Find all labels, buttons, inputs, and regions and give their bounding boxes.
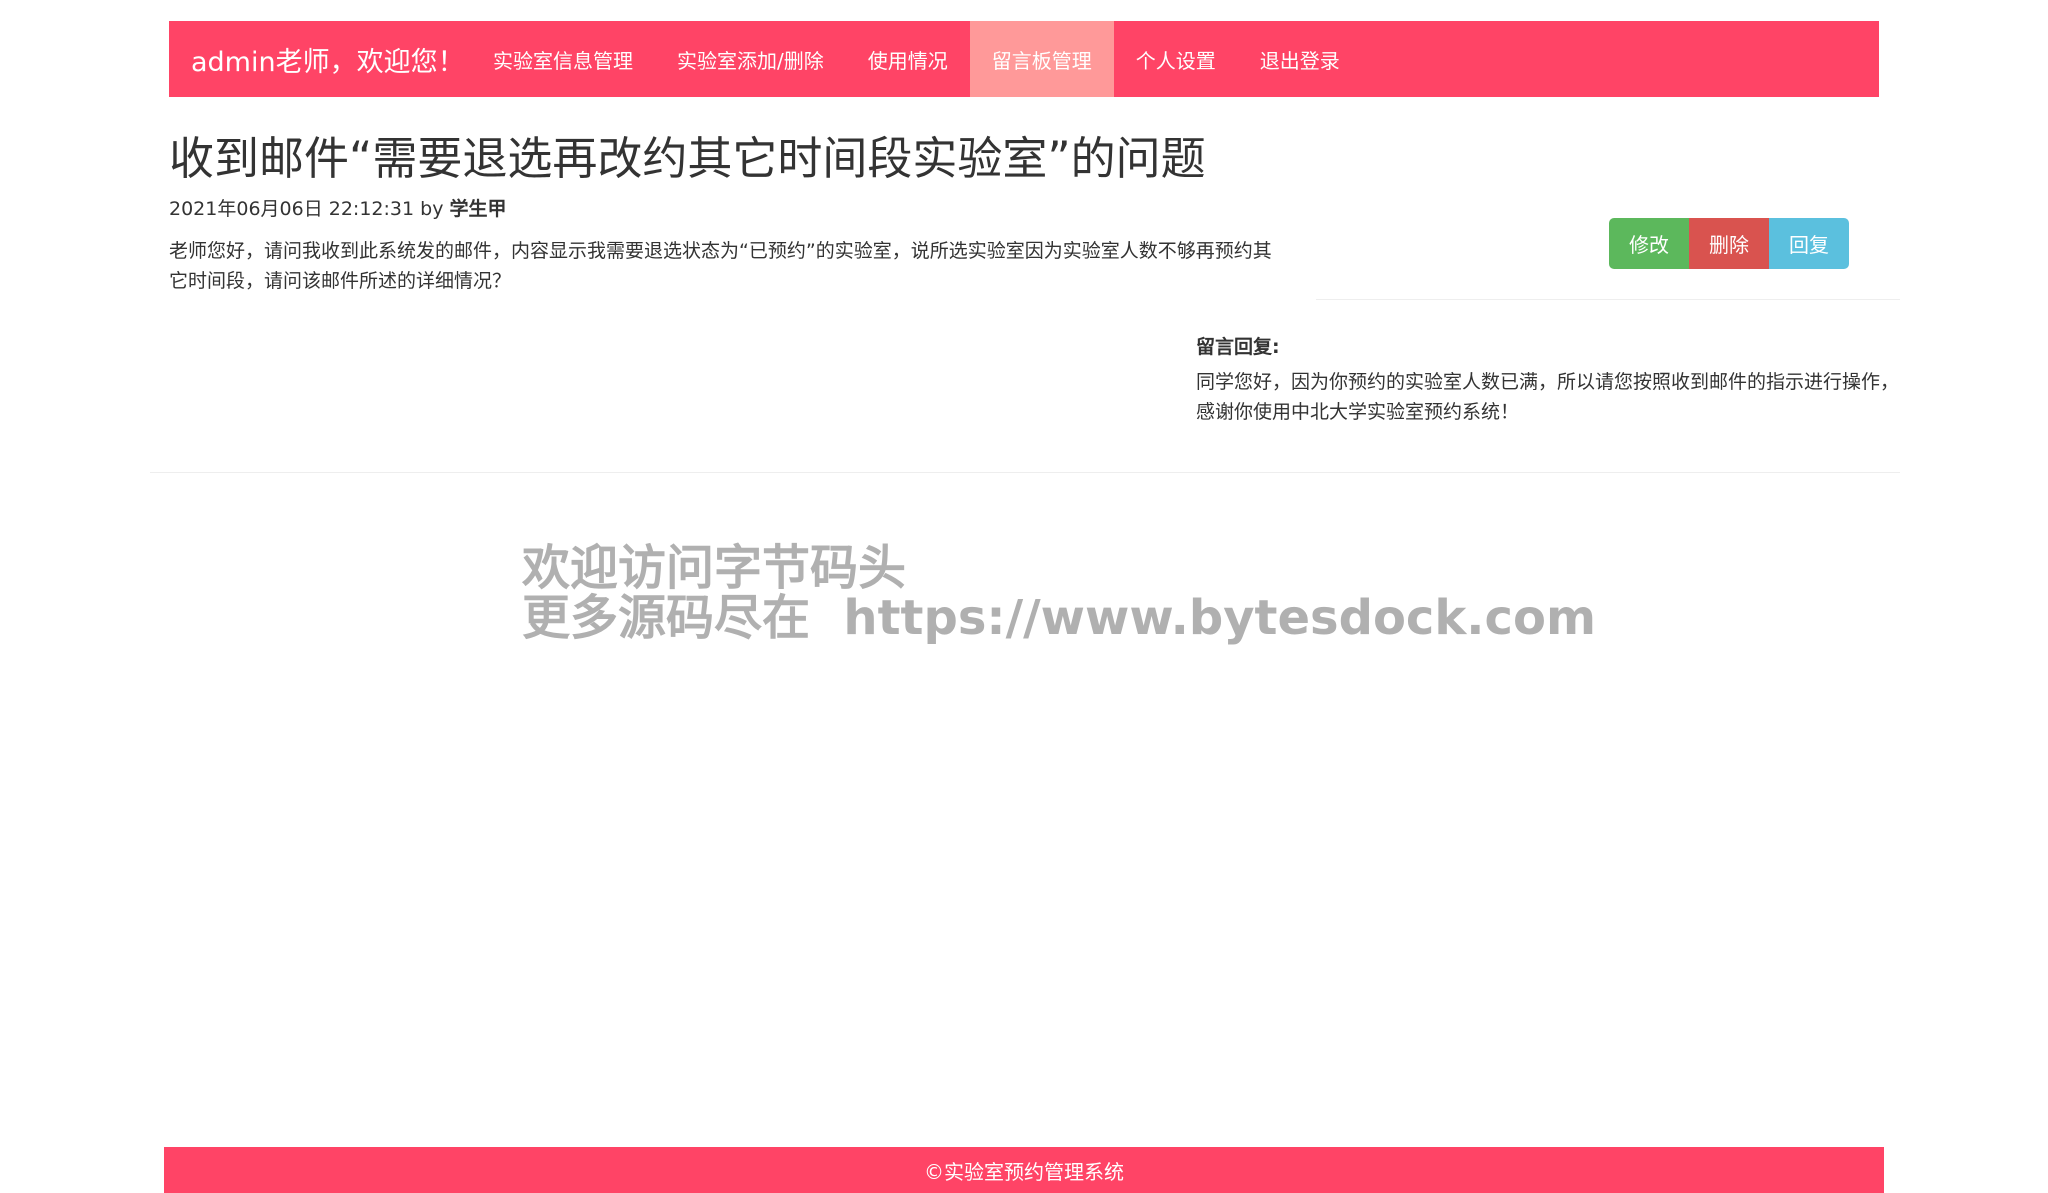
message-actions: 修改 删除 回复 — [1609, 218, 1849, 269]
footer: ©实验室预约管理系统 — [164, 1147, 1884, 1193]
message-by: by — [420, 198, 444, 220]
reply-label: 留言回复: — [1196, 336, 1280, 358]
nav-item-logout[interactable]: 退出登录 — [1238, 21, 1362, 97]
footer-text: ©实验室预约管理系统 — [924, 1159, 1124, 1184]
message-datetime: 2021年06月06日 22:12:31 — [169, 198, 415, 220]
message-title: 收到邮件“需要退选再改约其它时间段实验室”的问题 — [169, 132, 1206, 185]
nav-item-lab-add-delete[interactable]: 实验室添加/删除 — [655, 21, 846, 97]
message-meta: 2021年06月06日 22:12:31 by 学生甲 — [169, 194, 507, 221]
reply-body: 同学您好，因为你预约的实验室人数已满，所以请您按照收到邮件的指示进行操作，感谢你… — [1196, 371, 1900, 423]
nav-item-usage[interactable]: 使用情况 — [846, 21, 970, 97]
watermark-line-1: 欢迎访问字节码头 — [522, 540, 907, 596]
page: admin老师，欢迎您！ 实验室信息管理 实验室添加/删除 使用情况 留言板管理… — [0, 0, 2048, 1193]
watermark: 欢迎访问字节码头 更多源码尽在 https://www.bytesdock.co… — [522, 543, 1596, 643]
nav-item-lab-info[interactable]: 实验室信息管理 — [471, 21, 655, 97]
nav-menu: 实验室信息管理 实验室添加/删除 使用情况 留言板管理 个人设置 退出登录 — [471, 21, 1362, 97]
edit-button[interactable]: 修改 — [1609, 218, 1689, 269]
nav-item-message-board[interactable]: 留言板管理 — [969, 21, 1114, 97]
message-body: 老师您好，请问我收到此系统发的邮件，内容显示我需要退选状态为“已预约”的实验室，… — [169, 240, 1272, 292]
navbar-brand[interactable]: admin老师，欢迎您！ — [169, 40, 471, 79]
top-navbar: admin老师，欢迎您！ 实验室信息管理 实验室添加/删除 使用情况 留言板管理… — [169, 21, 1879, 97]
delete-button[interactable]: 删除 — [1689, 218, 1769, 269]
watermark-line-2: 更多源码尽在 https://www.bytesdock.com — [522, 590, 1596, 646]
divider — [150, 472, 1900, 473]
message-author: 学生甲 — [449, 198, 507, 220]
divider — [1316, 299, 1900, 300]
reply-button[interactable]: 回复 — [1769, 218, 1849, 269]
nav-item-personal-settings[interactable]: 个人设置 — [1114, 21, 1238, 97]
